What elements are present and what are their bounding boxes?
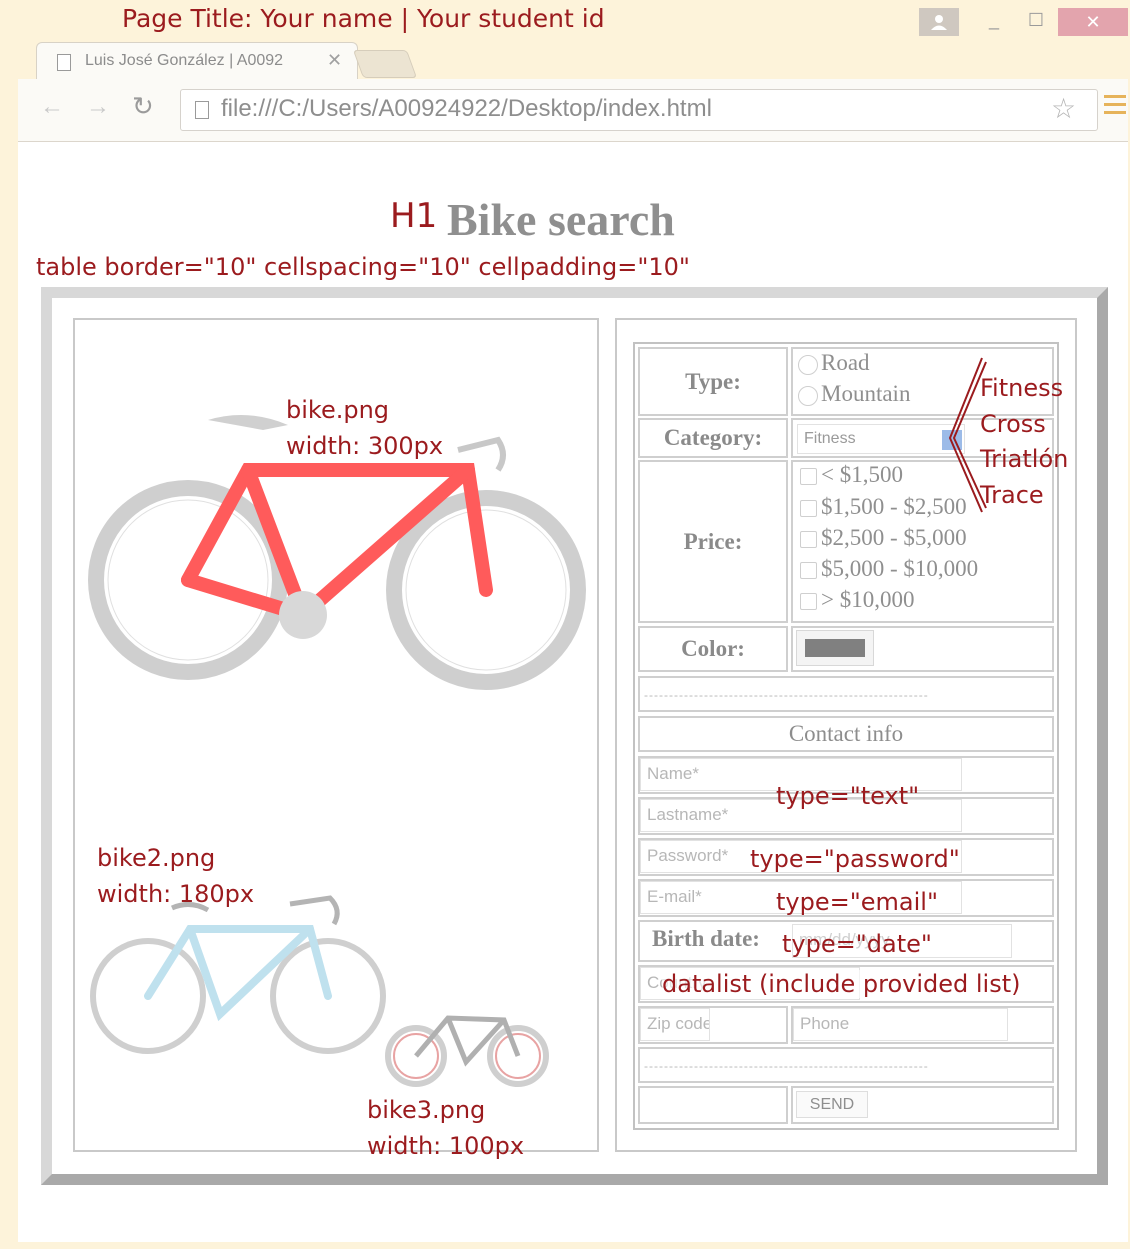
radio-mountain-circle[interactable] [798,385,818,406]
category-label-cell: Category: [638,418,788,458]
back-arrow-icon[interactable]: ← [40,93,64,121]
radio-mountain-label: Mountain [821,381,911,406]
type-text-annotation: type="text" [776,782,920,810]
price-option-5-label: > $10,000 [821,587,915,612]
h1-annotation: H1 [390,196,438,236]
category-selected-value: Fitness [804,430,856,447]
separator-row-2: ----------------------------------------… [638,1047,1054,1083]
price-checkbox-5[interactable] [800,593,817,611]
forward-arrow-icon[interactable]: → [86,93,110,121]
table-annotation: table border="10" cellspacing="10" cellp… [36,253,690,281]
price-option-3[interactable]: $2,500 - $5,000 [800,525,967,551]
separator-line-1: ----------------------------------------… [644,688,929,702]
price-checkbox-3[interactable] [800,531,817,549]
type-label: Type: [685,369,741,394]
tab-title: Luis José González | A0092 [85,52,284,69]
bike2-filename-annotation: bike2.png [97,844,216,872]
category-option-fitness: Fitness [980,374,1064,402]
bike-image-small [385,1015,549,1087]
color-picker[interactable] [796,630,874,666]
type-password-annotation: type="password" [750,845,960,873]
category-option-triatlon: Triatlón [980,445,1069,473]
radio-mountain[interactable]: Mountain [798,381,910,407]
separator-row-1: ----------------------------------------… [638,676,1054,712]
bike2-width-annotation: width: 180px [97,880,255,908]
category-option-trace: Trace [980,481,1044,509]
birth-date-label: Birth date: [652,926,760,951]
zip-input[interactable]: Zip code [640,1008,710,1041]
send-empty-cell [638,1086,788,1124]
type-label-cell: Type: [638,347,788,416]
price-checkbox-2[interactable] [800,500,817,518]
address-bar[interactable]: file:///C:/Users/A00924922/Desktop/index… [180,89,1098,131]
price-option-4[interactable]: $5,000 - $10,000 [800,556,978,582]
price-label: Price: [683,529,743,554]
phone-input[interactable]: Phone [793,1008,1008,1041]
radio-road-label: Road [821,350,870,375]
category-option-cross: Cross [980,410,1046,438]
contact-info-label: Contact info [788,721,904,746]
phone-placeholder: Phone [800,1014,850,1033]
password-placeholder: Password* [647,846,729,865]
url-text: file:///C:/Users/A00924922/Desktop/index… [221,95,712,122]
bike3-filename-annotation: bike3.png [367,1096,486,1124]
zip-placeholder: Zip code [647,1014,710,1033]
browser-toolbar: ← → ↻ file:///C:/Users/A00924922/Desktop… [18,79,1128,142]
tab-close-icon[interactable]: ✕ [327,50,342,71]
menu-icon[interactable] [1104,95,1126,119]
user-icon[interactable] [919,8,959,36]
file-icon [195,101,209,119]
price-option-5[interactable]: > $10,000 [800,587,914,613]
category-select[interactable]: Fitness [797,424,965,454]
maximize-button[interactable]: ☐ [1022,10,1050,34]
close-window-button[interactable]: ✕ [1058,8,1128,36]
price-option-3-label: $2,500 - $5,000 [821,525,967,550]
type-date-annotation: type="date" [782,930,932,958]
radio-road[interactable]: Road [798,350,870,376]
color-label: Color: [681,636,745,661]
document-icon [57,54,71,71]
bookmark-star-icon[interactable]: ☆ [1051,92,1076,125]
color-swatch [805,639,865,657]
price-option-1[interactable]: < $1,500 [800,462,903,488]
category-label: Category: [663,425,763,450]
type-email-annotation: type="email" [776,888,938,916]
radio-road-circle[interactable] [798,354,818,375]
datalist-annotation: datalist (include provided list) [662,970,1021,998]
price-label-cell: Price: [638,460,788,623]
price-checkbox-1[interactable] [800,468,817,486]
reload-icon[interactable]: ↻ [132,91,154,122]
bike3-width-annotation: width: 100px [367,1132,525,1160]
color-label-cell: Color: [638,626,788,672]
price-option-4-label: $5,000 - $10,000 [821,556,979,581]
browser-tab[interactable]: Luis José González | A0092 ✕ [36,42,358,81]
send-button[interactable]: SEND [796,1091,868,1118]
price-checkbox-4[interactable] [800,562,817,580]
bike1-width-annotation: width: 300px [286,432,444,460]
lastname-placeholder: Lastname* [647,805,729,824]
contact-info-row: Contact info [638,716,1054,752]
page-title-annotation: Page Title: Your name | Your student id [122,4,605,33]
email-placeholder: E-mail* [647,887,702,906]
page-heading: Bike search [447,194,675,245]
minimize-button[interactable]: _ [980,10,1008,34]
new-tab-button[interactable] [352,50,418,78]
name-placeholder: Name* [647,764,699,783]
bike1-filename-annotation: bike.png [286,396,390,424]
separator-line-2: ----------------------------------------… [644,1059,929,1073]
bike-image-medium [90,895,386,1054]
price-option-1-label: < $1,500 [821,462,903,487]
